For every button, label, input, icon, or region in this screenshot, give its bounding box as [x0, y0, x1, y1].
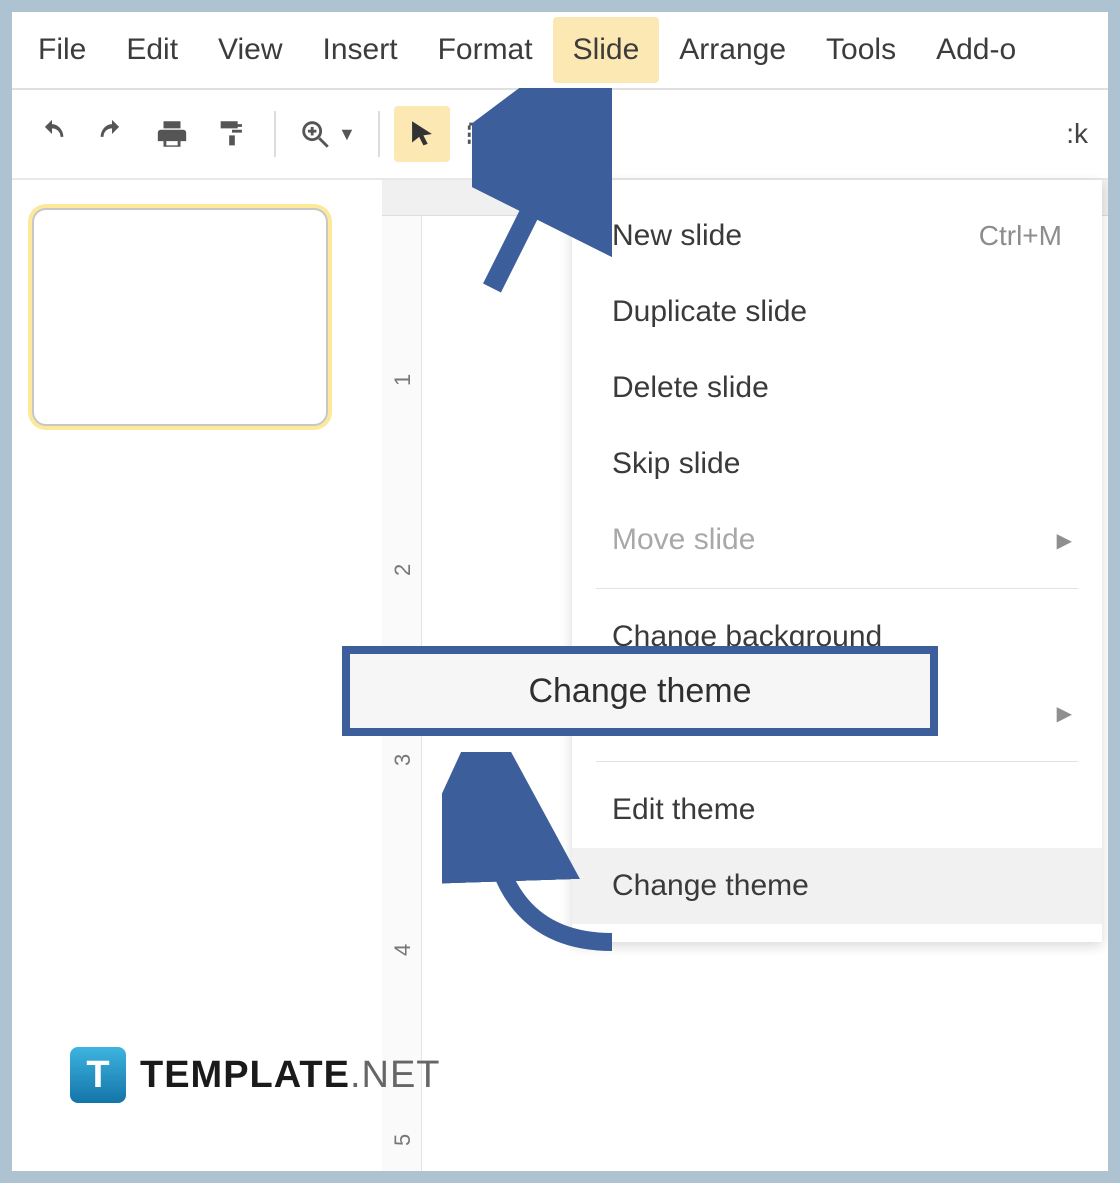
paint-format-button[interactable]: [204, 106, 260, 162]
slide-thumbnail[interactable]: [32, 208, 328, 426]
slide-thumbnail-panel: [12, 180, 368, 1171]
menu-item-label: Delete slide: [612, 371, 769, 405]
paint-roller-icon: [215, 117, 249, 151]
menu-item-label: Duplicate slide: [612, 295, 807, 329]
cursor-icon: [405, 117, 439, 151]
zoom-icon: [298, 117, 332, 151]
toolbar-separator: [274, 111, 276, 157]
menu-view[interactable]: View: [198, 17, 302, 83]
menu-item-label: Change theme: [612, 869, 809, 903]
menu-item-shortcut: Ctrl+M: [979, 220, 1062, 252]
textbox-tool-button[interactable]: T: [454, 106, 510, 162]
menu-file[interactable]: File: [18, 17, 106, 83]
menu-item-label: New slide: [612, 219, 742, 253]
toolbar-truncated-text: :k: [1066, 118, 1096, 150]
redo-button[interactable]: [84, 106, 140, 162]
zoom-button[interactable]: ▼: [290, 106, 364, 162]
menu-item-label: Move slide: [612, 523, 755, 557]
menu-arrange[interactable]: Arrange: [659, 17, 806, 83]
dropdown-arrow-icon: ▼: [338, 124, 356, 145]
menu-item-skip-slide[interactable]: Skip slide: [572, 426, 1102, 502]
menu-insert[interactable]: Insert: [303, 17, 418, 83]
watermark-tld: .NET: [350, 1054, 441, 1096]
app-frame: File Edit View Insert Format Slide Arran…: [12, 12, 1108, 1171]
callout-text: Change theme: [528, 672, 751, 711]
menu-item-duplicate-slide[interactable]: Duplicate slide: [572, 274, 1102, 350]
menu-separator: [596, 588, 1078, 589]
watermark-text: TEMPLATE.NET: [140, 1054, 441, 1097]
menu-item-move-slide: Move slide ▶: [572, 502, 1102, 578]
undo-icon: [35, 117, 69, 151]
toolbar: ▼ T :k: [12, 90, 1108, 180]
menu-edit[interactable]: Edit: [106, 17, 198, 83]
watermark-brand: TEMPLATE: [140, 1054, 350, 1096]
menu-item-label: Skip slide: [612, 447, 740, 481]
menu-separator: [596, 761, 1078, 762]
ruler-tick: 2: [390, 564, 416, 576]
ruler-tick: 5: [390, 1134, 416, 1146]
watermark-logo-icon: T: [70, 1047, 126, 1103]
undo-button[interactable]: [24, 106, 80, 162]
menu-item-edit-theme[interactable]: Edit theme: [572, 772, 1102, 848]
watermark: T TEMPLATE.NET: [70, 1047, 441, 1103]
menu-item-change-theme[interactable]: Change theme: [572, 848, 1102, 924]
menu-slide[interactable]: Slide: [553, 17, 660, 83]
ruler-tick: 4: [390, 944, 416, 956]
annotation-callout: Change theme: [342, 646, 938, 736]
redo-icon: [95, 117, 129, 151]
ruler-tick: 1: [390, 374, 416, 386]
menu-item-label: Edit theme: [612, 793, 755, 827]
select-tool-button[interactable]: [394, 106, 450, 162]
svg-text:T: T: [477, 127, 487, 144]
menu-item-delete-slide[interactable]: Delete slide: [572, 350, 1102, 426]
submenu-arrow-icon: ▶: [1057, 701, 1072, 726]
print-icon: [155, 117, 189, 151]
slide-menu-dropdown: New slide Ctrl+M Duplicate slide Delete …: [572, 180, 1102, 942]
textbox-icon: T: [465, 117, 499, 151]
menu-format[interactable]: Format: [418, 17, 553, 83]
menubar: File Edit View Insert Format Slide Arran…: [12, 12, 1108, 90]
menu-addons[interactable]: Add-o: [916, 17, 1036, 83]
toolbar-separator: [378, 111, 380, 157]
print-button[interactable]: [144, 106, 200, 162]
menu-tools[interactable]: Tools: [806, 17, 916, 83]
ruler-tick: 3: [390, 754, 416, 766]
submenu-arrow-icon: ▶: [1057, 528, 1072, 553]
menu-item-new-slide[interactable]: New slide Ctrl+M: [572, 198, 1102, 274]
